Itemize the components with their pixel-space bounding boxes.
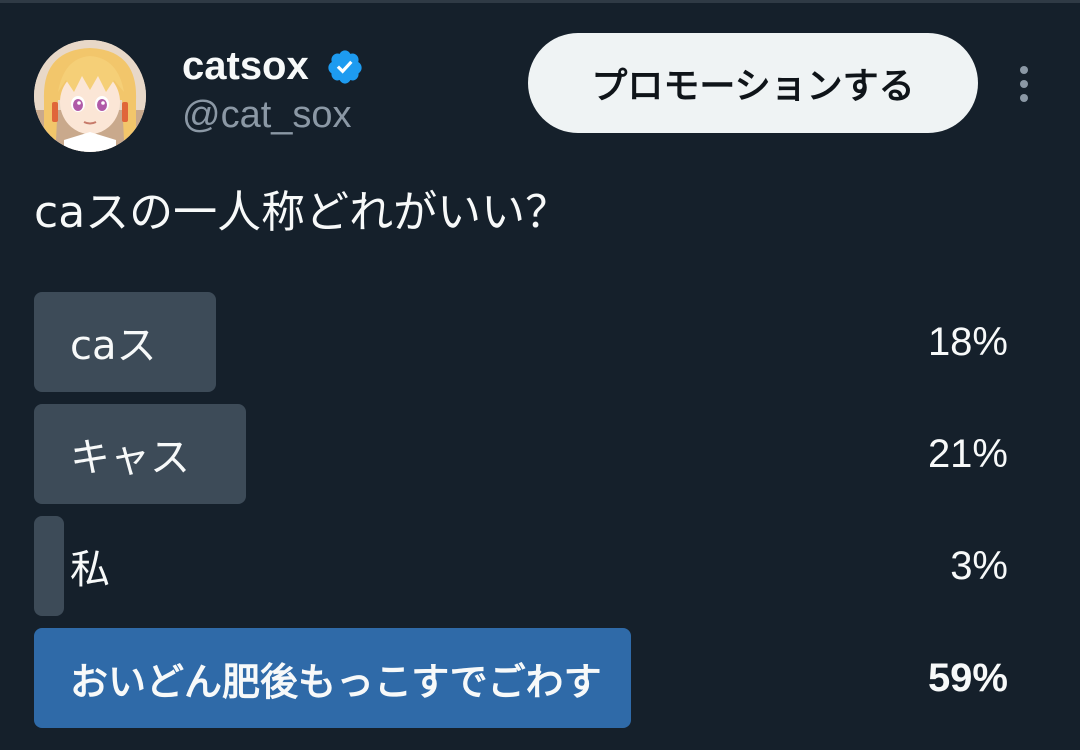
poll-option-percent: 59% [927, 655, 1008, 700]
user-handle[interactable]: @cat_sox [182, 92, 352, 138]
verified-badge-icon [328, 50, 362, 84]
poll-option-4[interactable]: おいどん肥後もっこすでごわす 59% [34, 628, 1008, 728]
display-name[interactable]: catsox [182, 42, 309, 90]
poll-option-percent: 18% [927, 319, 1008, 364]
poll-option-2[interactable]: キャス 21% [34, 404, 1008, 504]
poll-option-label: おいどん肥後もっこすでごわす [70, 659, 602, 704]
more-vertical-icon[interactable] [1008, 62, 1040, 106]
poll-bar [34, 516, 64, 616]
poll-option-1[interactable]: caス 18% [34, 292, 1008, 392]
tweet-text: caスの一人称どれがいい？ [34, 187, 570, 238]
promote-button[interactable]: プロモーションする [528, 33, 978, 133]
top-divider [0, 0, 1080, 3]
poll-option-label: caス [70, 323, 157, 369]
poll-option-percent: 21% [927, 431, 1008, 476]
tweet-card: catsox @cat_sox プロモーションする caスの一人称どれがいい？ … [0, 0, 1080, 750]
poll-option-label: 私 [70, 547, 110, 593]
avatar[interactable] [34, 40, 146, 152]
poll-option-label: キャス [70, 435, 190, 481]
poll-option-percent: 3% [950, 543, 1008, 588]
poll-option-3[interactable]: 私 3% [34, 516, 1008, 616]
avatar-image [34, 40, 146, 152]
